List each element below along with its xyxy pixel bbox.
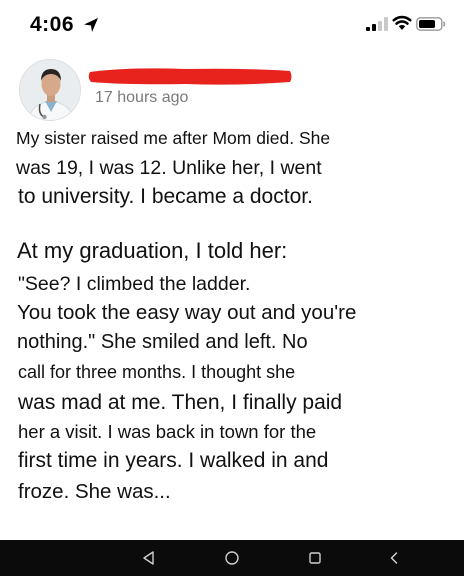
post-text-line: was mad at me. Then, I finally paid (18, 391, 343, 414)
post-text-line: At my graduation, I told her: (17, 238, 288, 263)
post-header: 17 hours ago (0, 52, 464, 122)
status-time: 4:06 (30, 13, 75, 36)
post-text-line: first time in years. I walked in and (18, 449, 329, 472)
cellular-signal-icon (366, 17, 388, 31)
battery-icon (416, 17, 446, 31)
post-text-line: froze. She was... (18, 480, 171, 503)
home-circle-icon[interactable] (223, 549, 241, 567)
post-text-line: to university. I became a doctor. (18, 185, 313, 208)
wifi-icon (392, 15, 412, 30)
post-text-line: her a visit. I was back in town for the (18, 421, 317, 442)
author-name-redaction (88, 68, 292, 85)
doctor-avatar[interactable] (19, 59, 81, 121)
post-text-line: call for three months. I thought she (18, 362, 296, 382)
post-text-line: My sister raised me after Mom died. She (16, 128, 331, 148)
post-text-line: nothing." She smiled and left. No (17, 331, 308, 353)
post-text-line: was 19, I was 12. Unlike her, I went (16, 157, 322, 179)
collapse-chevron-icon[interactable] (385, 549, 403, 567)
recents-square-icon[interactable] (306, 549, 324, 567)
post-text-line: You took the easy way out and you're (17, 301, 357, 324)
system-navigation-bar (0, 540, 464, 576)
post-text-line: "See? I climbed the ladder. (18, 273, 251, 295)
back-triangle-icon[interactable] (140, 549, 158, 567)
location-arrow-icon (84, 18, 98, 32)
post-timestamp: 17 hours ago (95, 89, 189, 106)
status-bar: 4:06 (0, 0, 464, 46)
doctor-avatar-image (20, 60, 80, 120)
